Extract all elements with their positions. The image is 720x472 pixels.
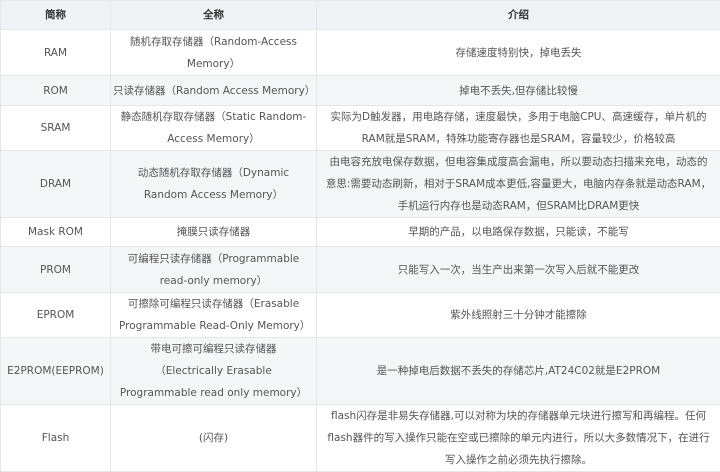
cell-abbr: DRAM [1, 151, 111, 218]
header-description: 介绍 [317, 1, 720, 30]
cell-full-name: 动态随机存取存储器（Dynamic Random Access Memory） [111, 151, 317, 218]
cell-description: 只能写入一次，当生产出来第一次写入后就不能更改 [317, 247, 720, 293]
cell-abbr: Mask ROM [1, 218, 111, 247]
table-row: Flash (闪存) flash闪存是非易失存储器,可以对称为块的存储器单元块进… [1, 405, 720, 472]
cell-full-name: 可编程只读存储器（Programmable read-only memory） [111, 247, 317, 293]
cell-full-name: 带电可擦可编程只读存储器（Electrically Erasable Progr… [111, 338, 317, 405]
cell-abbr: E2PROM(EEPROM) [1, 338, 111, 405]
cell-full-name: 只读存储器（Random Access Memory） [111, 76, 317, 106]
table-row: SRAM 静态随机存取存储器（Static Random-Access Memo… [1, 106, 720, 151]
cell-full-name: 可擦除可编程只读存储器（Erasable Programmable Read-O… [111, 293, 317, 338]
header-row: 简称 全称 介绍 [1, 1, 720, 30]
cell-abbr: RAM [1, 30, 111, 76]
cell-description: 存储速度特别快，掉电丢失 [317, 30, 720, 76]
cell-abbr: SRAM [1, 106, 111, 151]
table-row: E2PROM(EEPROM) 带电可擦可编程只读存储器（Electrically… [1, 338, 720, 405]
cell-description: 由电容充放电保存数据，但电容集成度高会漏电，所以要动态扫描来充电，动态的意思:需… [317, 151, 720, 218]
cell-description: 掉电不丢失,但存储比较慢 [317, 76, 720, 106]
cell-description: 早期的产品，以电路保存数据，只能读，不能写 [317, 218, 720, 247]
cell-abbr: Flash [1, 405, 111, 472]
cell-abbr: ROM [1, 76, 111, 106]
header-full-name: 全称 [111, 1, 317, 30]
cell-abbr: PROM [1, 247, 111, 293]
table-row: RAM 随机存取存储器（Random-Access Memory） 存储速度特别… [1, 30, 720, 76]
cell-abbr: EPROM [1, 293, 111, 338]
cell-full-name: (闪存) [111, 405, 317, 472]
cell-description: 紫外线照射三十分钟才能擦除 [317, 293, 720, 338]
header-abbr: 简称 [1, 1, 111, 30]
table-row: Mask ROM 掩膜只读存储器 早期的产品，以电路保存数据，只能读，不能写 [1, 218, 720, 247]
table-row: DRAM 动态随机存取存储器（Dynamic Random Access Mem… [1, 151, 720, 218]
cell-description: 实际为D触发器，用电路存储，速度最快，多用于电脑CPU、高速缓存，单片机的RAM… [317, 106, 720, 151]
cell-description: flash闪存是非易失存储器,可以对称为块的存储器单元块进行擦写和再编程。任何f… [317, 405, 720, 472]
cell-full-name: 随机存取存储器（Random-Access Memory） [111, 30, 317, 76]
cell-full-name: 掩膜只读存储器 [111, 218, 317, 247]
table-row: ROM 只读存储器（Random Access Memory） 掉电不丢失,但存… [1, 76, 720, 106]
table-row: PROM 可编程只读存储器（Programmable read-only mem… [1, 247, 720, 293]
table-row: EPROM 可擦除可编程只读存储器（Erasable Programmable … [1, 293, 720, 338]
cell-full-name: 静态随机存取存储器（Static Random-Access Memory） [111, 106, 317, 151]
memory-types-table: 简称 全称 介绍 RAM 随机存取存储器（Random-Access Memor… [0, 0, 720, 472]
cell-description: 是一种掉电后数据不丢失的存储芯片,AT24C02就是E2PROM [317, 338, 720, 405]
